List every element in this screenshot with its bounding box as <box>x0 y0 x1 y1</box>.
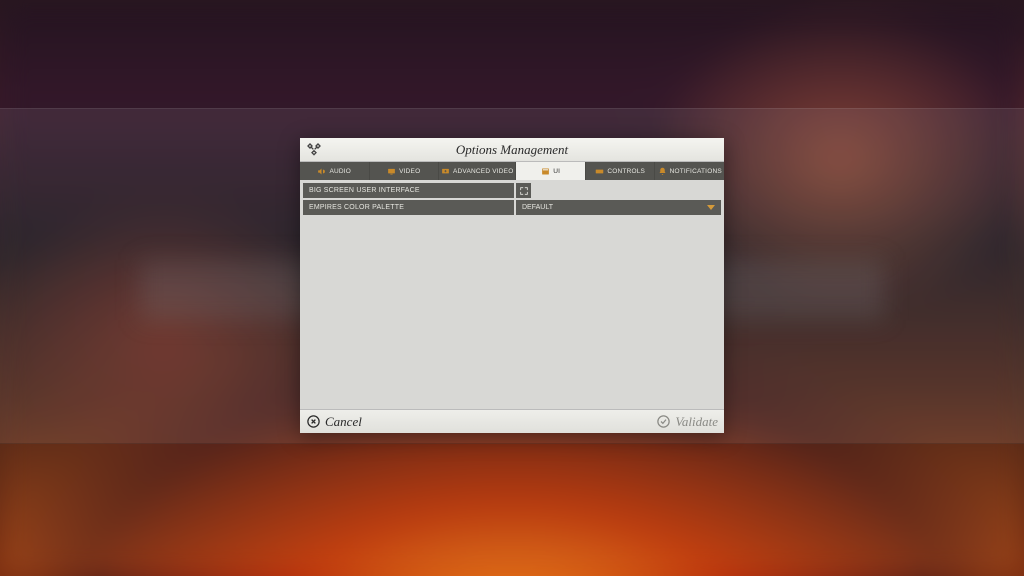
titlebar: Options Management <box>300 138 724 162</box>
close-circle-icon <box>306 414 321 429</box>
speaker-icon <box>317 167 326 176</box>
tab-label: CONTROLS <box>607 168 645 175</box>
monitor-icon <box>387 167 396 176</box>
options-window: Options Management AUDIO VIDEO ADVANCED … <box>300 138 724 433</box>
bell-icon <box>658 167 667 176</box>
keyboard-icon <box>595 167 604 176</box>
setting-control: DEFAULT <box>516 200 721 215</box>
tab-label: ADVANCED VIDEO <box>453 168 513 175</box>
setting-row-palette: EMPIRES COLOR PALETTE DEFAULT <box>303 200 721 215</box>
setting-row-big-screen: BIG SCREEN USER INTERFACE <box>303 183 721 198</box>
validate-label: Validate <box>675 414 718 430</box>
tab-ui[interactable]: UI <box>516 162 585 180</box>
dropdown-value: DEFAULT <box>522 204 553 211</box>
setting-label: EMPIRES COLOR PALETTE <box>303 200 514 215</box>
tab-audio[interactable]: AUDIO <box>300 162 369 180</box>
validate-button[interactable]: Validate <box>656 414 718 430</box>
expand-icon <box>519 186 529 196</box>
tab-label: AUDIO <box>329 168 351 175</box>
monitor-plus-icon <box>441 167 450 176</box>
settings-panel: BIG SCREEN USER INTERFACE EMPIRES COLOR … <box>300 180 724 409</box>
tab-label: NOTIFICATIONS <box>670 168 722 175</box>
tab-label: UI <box>553 168 560 175</box>
chevron-down-icon <box>707 205 715 210</box>
tab-controls[interactable]: CONTROLS <box>586 162 655 180</box>
tab-notifications[interactable]: NOTIFICATIONS <box>655 162 724 180</box>
tab-bar: AUDIO VIDEO ADVANCED VIDEO UI CONTROLS <box>300 162 724 180</box>
cancel-button[interactable]: Cancel <box>306 414 362 430</box>
big-screen-checkbox[interactable] <box>516 183 531 198</box>
ui-icon <box>541 167 550 176</box>
footer: Cancel Validate <box>300 409 724 433</box>
palette-dropdown[interactable]: DEFAULT <box>516 200 721 215</box>
window-title: Options Management <box>456 142 568 158</box>
setting-control <box>516 183 721 198</box>
tab-advanced-video[interactable]: ADVANCED VIDEO <box>439 162 515 180</box>
tab-label: VIDEO <box>399 168 420 175</box>
tools-icon <box>306 142 322 158</box>
cancel-label: Cancel <box>325 414 362 430</box>
setting-label: BIG SCREEN USER INTERFACE <box>303 183 514 198</box>
tab-video[interactable]: VIDEO <box>370 162 439 180</box>
check-circle-icon <box>656 414 671 429</box>
